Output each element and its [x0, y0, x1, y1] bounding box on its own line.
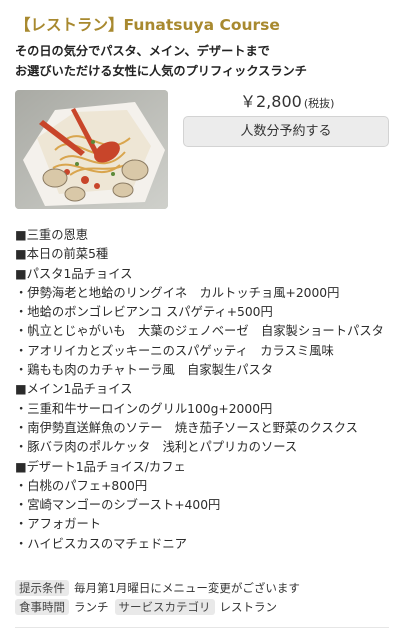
menu-list: ■三重の恩恵 ■本日の前菜5種 ■パスタ1品チョイス・伊勢海老と地蛤のリングイネ カ… [15, 226, 400, 554]
pasta-dish-image [15, 90, 168, 209]
category-label: サービスカテゴリ [114, 599, 215, 615]
menu-line: ■パスタ1品チョイス [15, 266, 133, 281]
condition-value: 毎月第1月曜日にメニュー変更がございます [74, 581, 300, 595]
tax-note: (税抜) [303, 97, 335, 110]
menu-line: ・南伊勢直送鮮魚のソテー 焼き茄子ソースと野菜のクスクス [15, 420, 358, 435]
menu-line: ■本日の前菜5種 [15, 247, 109, 262]
reserve-button[interactable]: 人数分予約する [183, 116, 389, 147]
menu-line: ・鶏もも肉のカチャトーラ風 自家製生パスタ [15, 363, 274, 378]
condition-row: 提示条件 毎月第1月曜日にメニュー変更がございます [15, 579, 400, 597]
menu-line: ・白桃のパフェ+800円 [15, 478, 148, 493]
mealtime-label: 食事時間 [15, 599, 69, 615]
course-title: 【レストラン】Funatsuya Course [15, 16, 280, 34]
price-value: ￥2,800 [240, 92, 302, 111]
menu-line: ■デザート1品チョイス/カフェ [15, 459, 186, 474]
condition-label: 提示条件 [15, 580, 69, 596]
menu-line: ・ハイビスカスのマチェドニア [15, 536, 187, 551]
menu-line: ・アオリイカとズッキーニのスパゲッティ カラスミ風味 [15, 343, 334, 358]
subtitle-line: その日の気分でパスタ、メイン、デザートまで [15, 44, 270, 58]
divider [15, 627, 389, 628]
pasta-dish-photo [15, 90, 168, 209]
menu-line: ■メイン1品チョイス [15, 382, 133, 397]
menu-line: ・地蛤のボンゴレビアンコ スパゲティ+500円 [15, 305, 273, 320]
mealtime-row: 食事時間 ランチ サービスカテゴリ レストラン [15, 598, 400, 616]
menu-line: ■三重の恩恵 [15, 228, 89, 242]
subtitle-line: お選びいただける女性に人気のプリフィックスランチ [15, 64, 307, 78]
price: ￥2,800 (税抜) [240, 88, 334, 112]
menu-line: ・アフォガート [15, 517, 102, 532]
course-subtitle: その日の気分でパスタ、メイン、デザートまで お選びいただける女性に人気のプリフィ… [15, 41, 397, 81]
course-card: 【レストラン】Funatsuya Course その日の気分でパスタ、メイン、デ… [0, 0, 404, 640]
category-value: レストラン [219, 600, 278, 614]
menu-line: ・豚バラ肉のポルケッタ 浅利とパプリカのソース [15, 440, 298, 455]
menu-line: ・帆立とじゃがいも 大葉のジェノベーゼ 自家製ショートパスタ [15, 324, 384, 339]
menu-line: ・宮崎マンゴーのシブースト+400円 [15, 498, 221, 513]
mealtime-value: ランチ [74, 600, 109, 614]
menu-line: ・三重和牛サーロインのグリル100g+2000円 [15, 401, 273, 416]
menu-line: ・伊勢海老と地蛤のリングイネ カルトッチョ風+2000円 [15, 285, 340, 300]
